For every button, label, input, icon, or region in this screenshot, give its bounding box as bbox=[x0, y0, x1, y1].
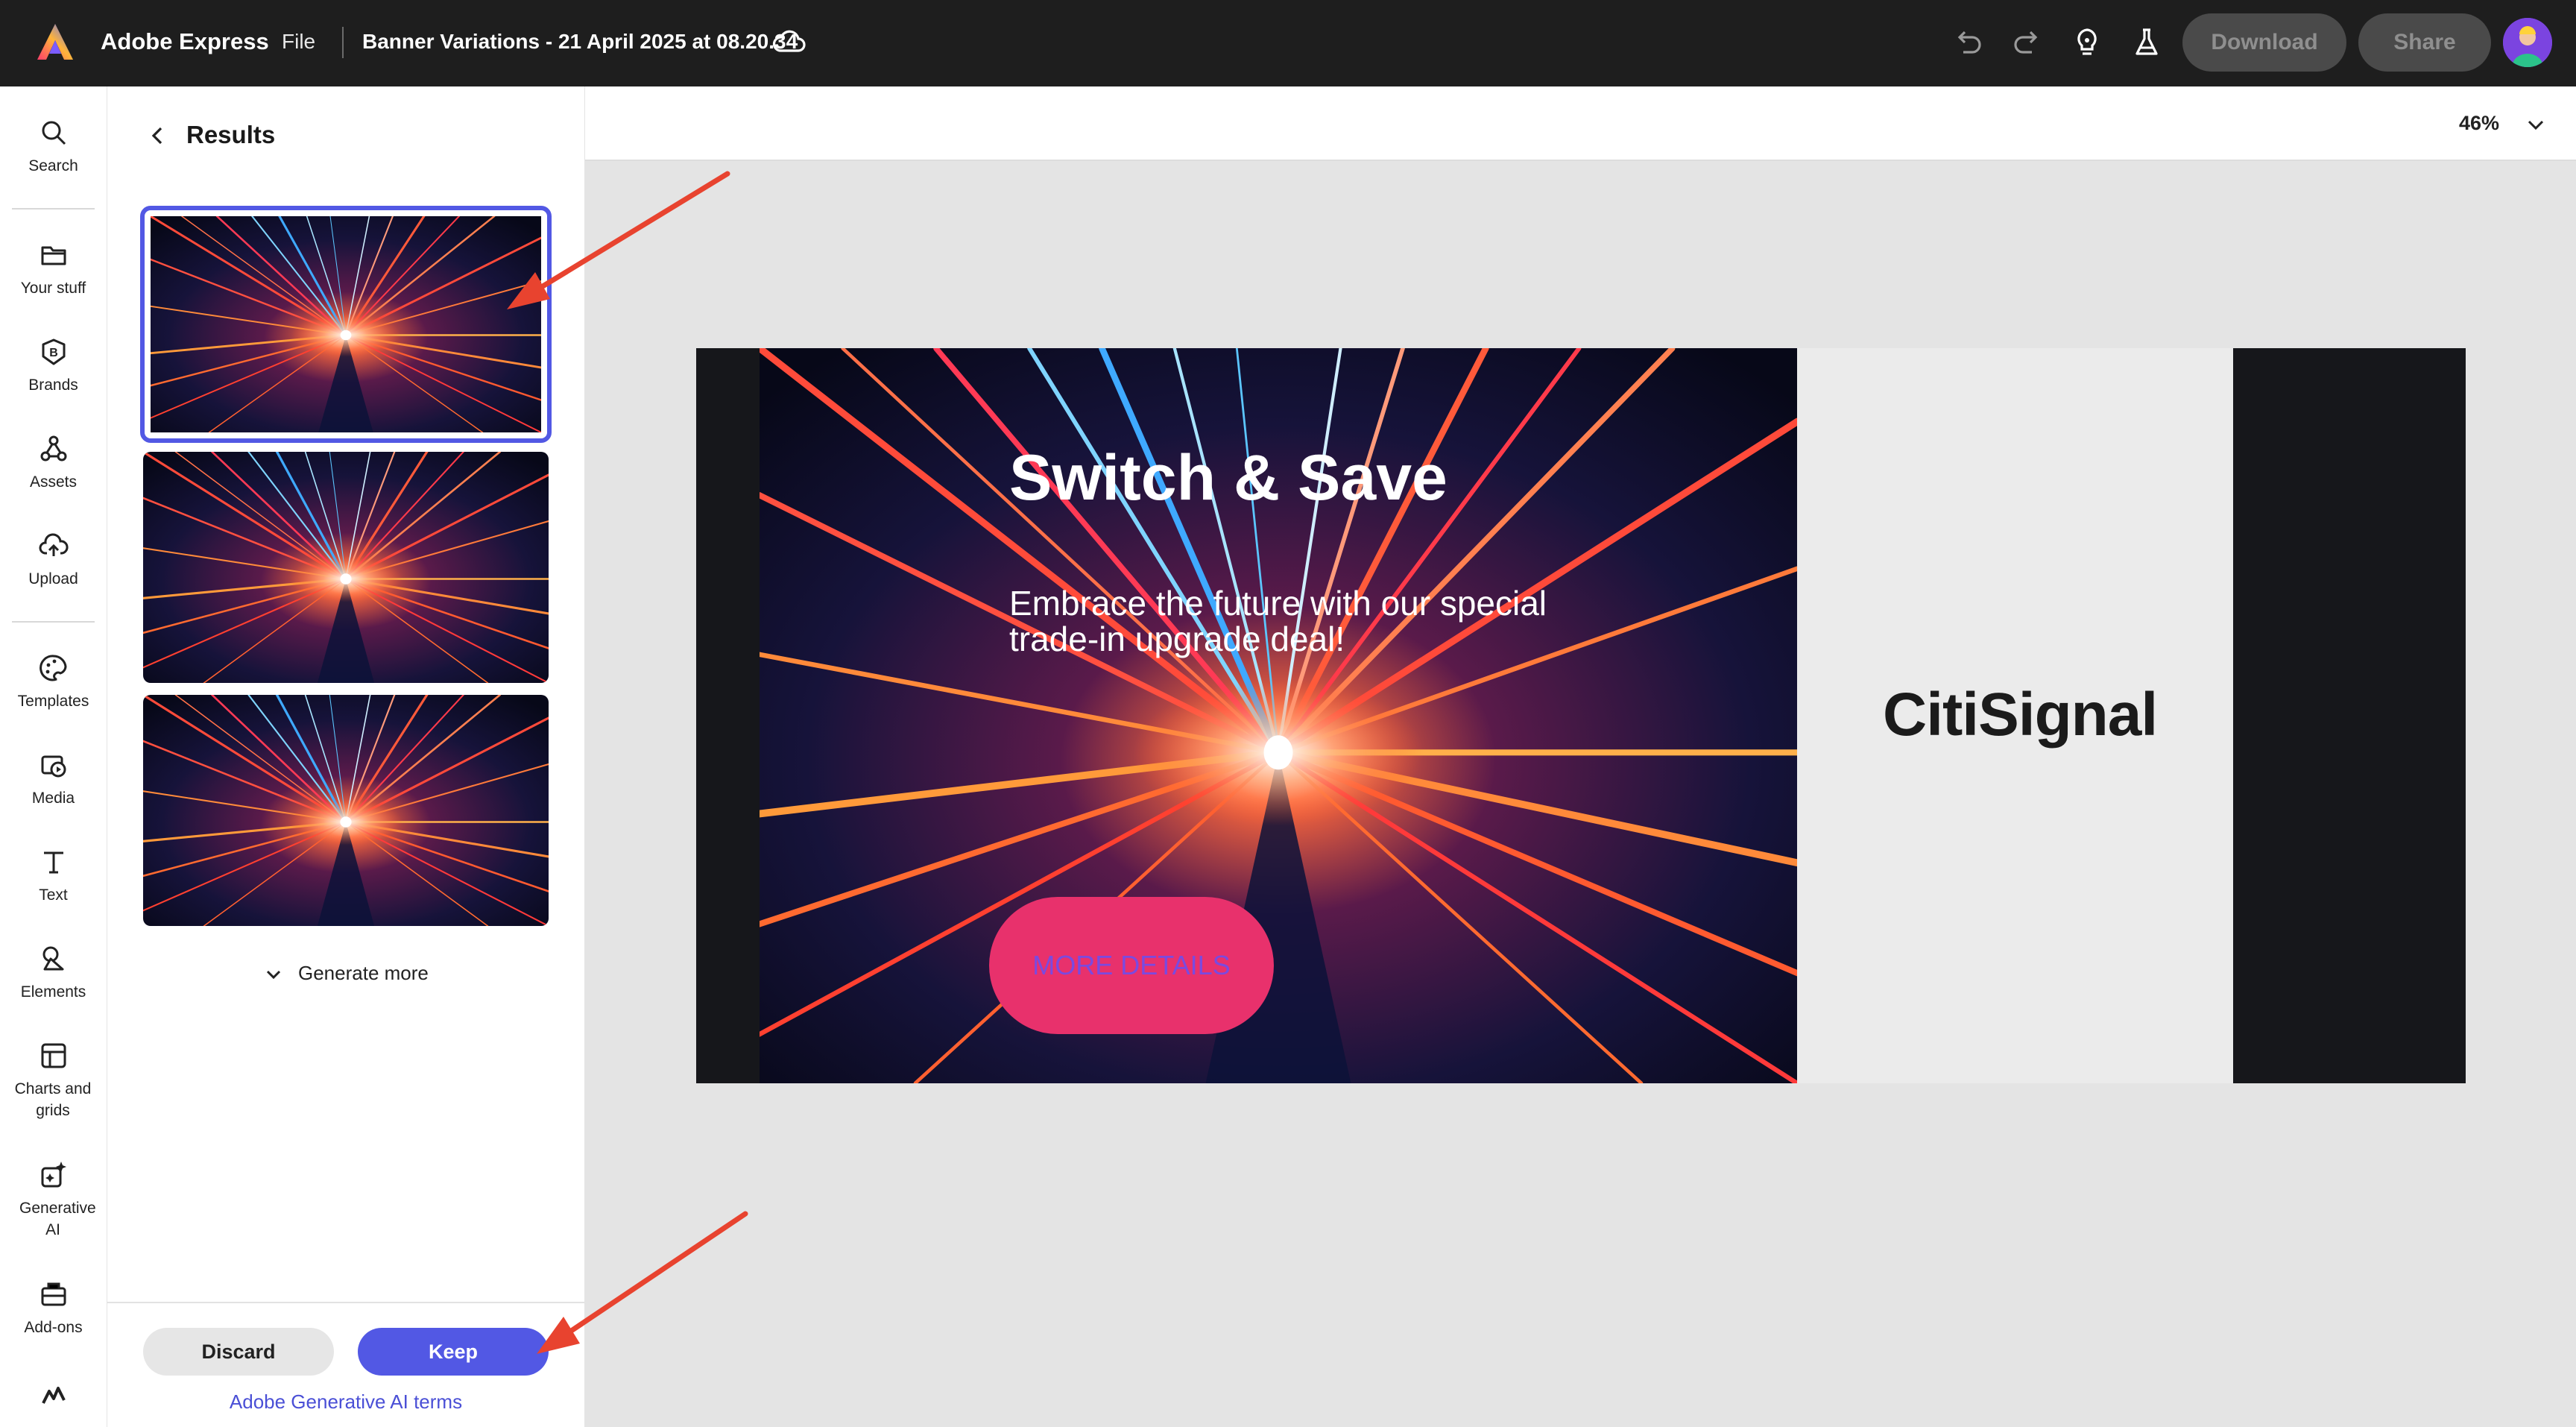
rail-item-partial[interactable] bbox=[0, 1381, 107, 1411]
brand-logo-text[interactable]: CitiSignal bbox=[1883, 680, 2158, 750]
rail-item-label: Search bbox=[28, 157, 78, 174]
banner-subtext[interactable]: Embrace the future with our special trad… bbox=[1009, 585, 1591, 657]
flask-icon[interactable] bbox=[2129, 24, 2165, 60]
rail-item-label: Brands bbox=[28, 377, 78, 394]
left-rail: Search Your stuff B Brands Assets Upload bbox=[0, 86, 108, 1427]
undo-icon[interactable] bbox=[1950, 24, 1986, 60]
top-bar: Adobe Express File Banner Variations - 2… bbox=[0, 0, 2576, 86]
generative-ai-terms-link[interactable]: Adobe Generative AI terms bbox=[107, 1390, 584, 1414]
panel-title: Results bbox=[186, 121, 276, 148]
rail-item-templates[interactable]: Templates bbox=[0, 653, 107, 712]
result-image bbox=[143, 695, 549, 926]
upload-icon bbox=[39, 533, 69, 556]
rail-item-label: Charts and grids bbox=[14, 1080, 92, 1119]
rail-item-label: Elements bbox=[20, 983, 86, 1001]
rail-item-text[interactable]: Text bbox=[0, 847, 107, 906]
rail-item-search[interactable]: Search bbox=[0, 118, 107, 177]
result-image bbox=[143, 452, 549, 683]
document-title[interactable]: Banner Variations - 21 April 2025 at 08.… bbox=[362, 30, 798, 54]
brand-icon: B bbox=[42, 338, 65, 365]
rail-divider bbox=[12, 621, 95, 623]
search-icon bbox=[42, 121, 66, 145]
generate-more-label: Generate more bbox=[298, 962, 429, 984]
charts-icon bbox=[41, 1043, 66, 1068]
svg-text:B: B bbox=[49, 347, 58, 359]
generative-ai-icon bbox=[41, 1162, 66, 1188]
result-thumbnail-3[interactable] bbox=[143, 695, 549, 926]
rail-item-add-ons[interactable]: Add-ons bbox=[0, 1279, 107, 1338]
rail-item-label: Your stuff bbox=[20, 280, 86, 297]
rail-item-generative-ai[interactable]: Generative AI bbox=[0, 1160, 107, 1241]
chevron-down-icon[interactable] bbox=[2525, 113, 2547, 136]
canvas-toolbar: 46% bbox=[585, 86, 2576, 161]
keep-button[interactable]: Keep bbox=[358, 1328, 549, 1376]
result-thumbnail-2[interactable] bbox=[143, 452, 549, 683]
brush-icon bbox=[41, 1387, 66, 1404]
redo-icon[interactable] bbox=[2010, 24, 2045, 60]
zoom-level[interactable]: 46% bbox=[2459, 112, 2499, 135]
lightbulb-icon[interactable] bbox=[2069, 24, 2105, 60]
folder-icon bbox=[41, 246, 66, 265]
rail-item-label: Media bbox=[31, 790, 75, 807]
rail-item-assets[interactable]: Assets bbox=[0, 434, 107, 493]
media-icon bbox=[41, 755, 66, 778]
rail-item-your-stuff[interactable]: Your stuff bbox=[0, 240, 107, 299]
adobe-express-logo[interactable] bbox=[34, 21, 76, 63]
assets-icon bbox=[40, 435, 66, 462]
rail-item-label: Assets bbox=[29, 473, 78, 491]
result-thumbnail-1-selected[interactable] bbox=[140, 206, 552, 443]
chevron-down-icon bbox=[266, 971, 281, 980]
result-image bbox=[143, 209, 549, 440]
templates-icon bbox=[39, 655, 67, 681]
rail-item-upload[interactable]: Upload bbox=[0, 531, 107, 590]
rail-item-charts-and-grids[interactable]: Charts and grids bbox=[0, 1041, 107, 1121]
rail-item-media[interactable]: Media bbox=[0, 750, 107, 809]
rail-item-label: Generative AI bbox=[19, 1200, 96, 1238]
more-details-button[interactable]: MORE DETAILS bbox=[989, 897, 1274, 1034]
banner-headline[interactable]: Switch & Save bbox=[1009, 441, 1448, 515]
back-chevron-icon[interactable] bbox=[146, 124, 170, 148]
rail-item-label: Add-ons bbox=[24, 1319, 83, 1336]
file-menu[interactable]: File bbox=[282, 30, 315, 54]
rail-item-elements[interactable]: Elements bbox=[0, 944, 107, 1003]
banner-design[interactable]: Switch & Save Embrace the future with ou… bbox=[696, 348, 2466, 1083]
avatar[interactable] bbox=[2503, 18, 2552, 67]
discard-button[interactable]: Discard bbox=[143, 1328, 334, 1376]
share-button[interactable]: Share bbox=[2358, 13, 2491, 72]
toolbar-divider bbox=[342, 27, 344, 58]
elements-icon bbox=[42, 946, 63, 971]
app-name[interactable]: Adobe Express bbox=[101, 28, 269, 55]
cloud-icon[interactable] bbox=[771, 27, 806, 57]
results-panel: Results Generate more Discard Keep Adobe… bbox=[107, 86, 584, 1427]
text-icon bbox=[43, 851, 63, 874]
rail-divider bbox=[12, 208, 95, 210]
download-button[interactable]: Download bbox=[2182, 13, 2346, 72]
panel-divider bbox=[107, 1302, 584, 1303]
rail-item-label: Text bbox=[39, 886, 68, 904]
rail-item-brands[interactable]: B Brands bbox=[0, 337, 107, 396]
rail-item-label: Templates bbox=[17, 693, 89, 710]
add-ons-icon bbox=[41, 1282, 66, 1306]
generate-more-button[interactable]: Generate more bbox=[264, 962, 429, 985]
rail-item-label: Upload bbox=[28, 570, 78, 588]
